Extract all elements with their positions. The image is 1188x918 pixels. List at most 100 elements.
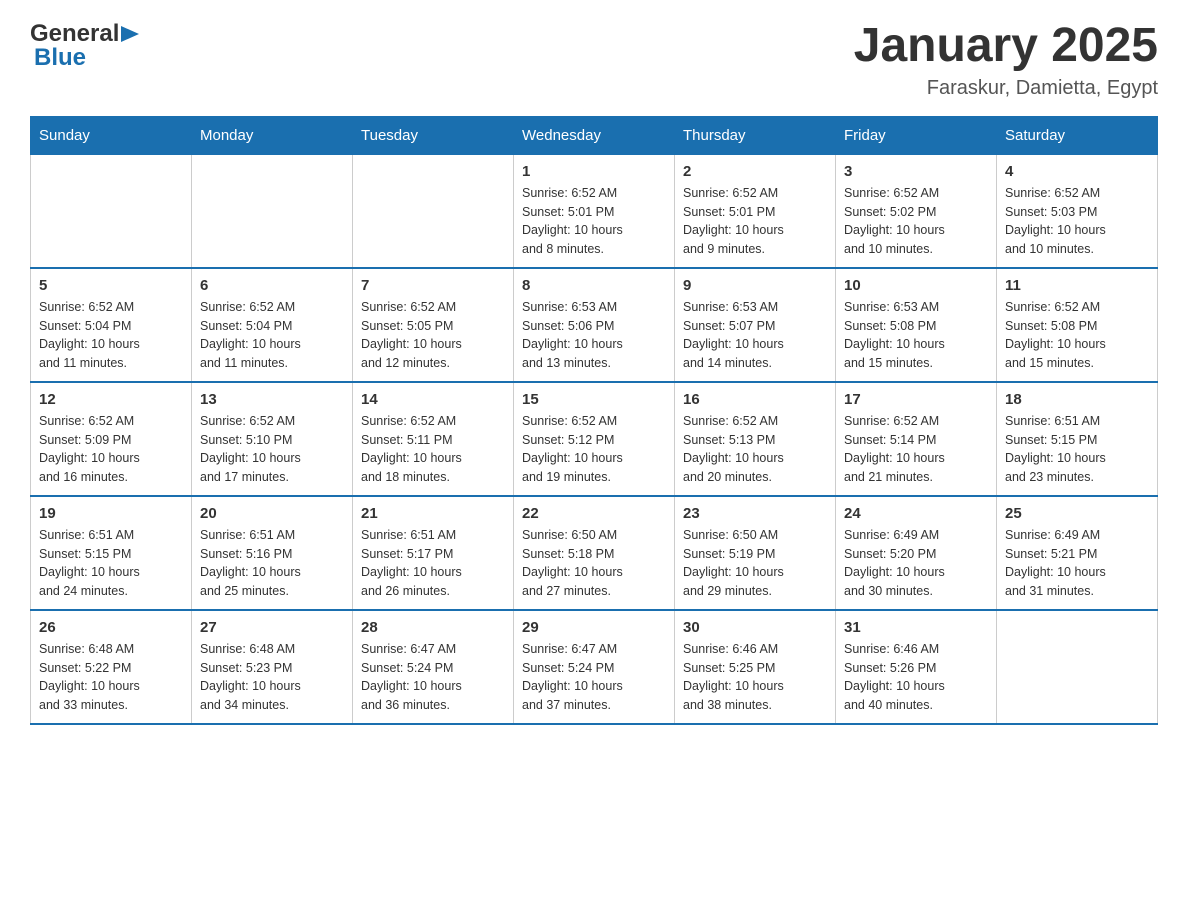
calendar-cell: 24 Sunrise: 6:49 AMSunset: 5:20 PMDayligh…: [836, 496, 997, 610]
day-number: 13: [200, 391, 344, 408]
week-row-4: 19Sunrise: 6:51 AMSunset: 5:15 PMDayligh…: [31, 496, 1158, 610]
day-info: Sunrise: 6:51 AMSunset: 5:15 PMDaylight:…: [39, 526, 183, 601]
calendar-cell: 8Sunrise: 6:53 AMSunset: 5:06 PMDaylight…: [514, 268, 675, 382]
day-number: 1: [522, 163, 666, 180]
header-friday: Friday: [836, 116, 997, 154]
day-number: 18: [1005, 391, 1149, 408]
header-tuesday: Tuesday: [353, 116, 514, 154]
day-info: Sunrise: 6:52 AMSunset: 5:14 PMDaylight:…: [844, 412, 988, 487]
calendar-cell: 18 Sunrise: 6:51 AMSunset: 5:15 PMDayligh…: [997, 382, 1158, 496]
calendar-cell: 25 Sunrise: 6:49 AMSunset: 5:21 PMDayligh…: [997, 496, 1158, 610]
calendar-cell: [192, 154, 353, 268]
day-number: 20: [200, 505, 344, 522]
calendar-cell: 17 Sunrise: 6:52 AMSunset: 5:14 PMDayligh…: [836, 382, 997, 496]
month-title: January 2025: [854, 20, 1158, 73]
calendar-cell: 7 Sunrise: 6:52 AMSunset: 5:05 PMDaylight…: [353, 268, 514, 382]
calendar-cell: 4 Sunrise: 6:52 AMSunset: 5:03 PMDaylight…: [997, 154, 1158, 268]
calendar-cell: [31, 154, 192, 268]
calendar-cell: 22 Sunrise: 6:50 AMSunset: 5:18 PMDayligh…: [514, 496, 675, 610]
logo: General Blue: [30, 20, 143, 72]
day-info: Sunrise: 6:53 AMSunset: 5:07 PMDaylight:…: [683, 298, 827, 373]
calendar-cell: 9 Sunrise: 6:53 AMSunset: 5:07 PMDaylight…: [675, 268, 836, 382]
day-info: Sunrise: 6:52 AMSunset: 5:04 PMDaylight:…: [39, 298, 183, 373]
calendar-cell: [353, 154, 514, 268]
calendar-cell: 11 Sunrise: 6:52 AMSunset: 5:08 PMDayligh…: [997, 268, 1158, 382]
calendar-cell: 21 Sunrise: 6:51 AMSunset: 5:17 PMDayligh…: [353, 496, 514, 610]
day-number: 25: [1005, 505, 1149, 522]
calendar-cell: 13Sunrise: 6:52 AMSunset: 5:10 PMDayligh…: [192, 382, 353, 496]
calendar-cell: 31Sunrise: 6:46 AMSunset: 5:26 PMDayligh…: [836, 610, 997, 724]
day-info: Sunrise: 6:47 AMSunset: 5:24 PMDaylight:…: [522, 640, 666, 715]
day-number: 7: [361, 277, 505, 294]
day-info: Sunrise: 6:46 AMSunset: 5:26 PMDaylight:…: [844, 640, 988, 715]
day-info: Sunrise: 6:53 AMSunset: 5:06 PMDaylight:…: [522, 298, 666, 373]
day-info: Sunrise: 6:50 AMSunset: 5:19 PMDaylight:…: [683, 526, 827, 601]
day-info: Sunrise: 6:53 AMSunset: 5:08 PMDaylight:…: [844, 298, 988, 373]
day-info: Sunrise: 6:52 AMSunset: 5:01 PMDaylight:…: [683, 184, 827, 259]
calendar-cell: 14Sunrise: 6:52 AMSunset: 5:11 PMDayligh…: [353, 382, 514, 496]
calendar-cell: 20 Sunrise: 6:51 AMSunset: 5:16 PMDayligh…: [192, 496, 353, 610]
day-number: 21: [361, 505, 505, 522]
page-header: General Blue January 2025 Faraskur, Dami…: [30, 20, 1158, 100]
header-wednesday: Wednesday: [514, 116, 675, 154]
day-info: Sunrise: 6:52 AMSunset: 5:12 PMDaylight:…: [522, 412, 666, 487]
day-number: 17: [844, 391, 988, 408]
day-info: Sunrise: 6:52 AMSunset: 5:02 PMDaylight:…: [844, 184, 988, 259]
location-title: Faraskur, Damietta, Egypt: [854, 77, 1158, 100]
day-number: 11: [1005, 277, 1149, 294]
header-thursday: Thursday: [675, 116, 836, 154]
day-number: 10: [844, 277, 988, 294]
day-number: 3: [844, 163, 988, 180]
day-number: 16: [683, 391, 827, 408]
calendar-cell: 6Sunrise: 6:52 AMSunset: 5:04 PMDaylight…: [192, 268, 353, 382]
title-section: January 2025 Faraskur, Damietta, Egypt: [854, 20, 1158, 100]
day-number: 26: [39, 619, 183, 636]
day-number: 9: [683, 277, 827, 294]
day-number: 4: [1005, 163, 1149, 180]
day-info: Sunrise: 6:47 AMSunset: 5:24 PMDaylight:…: [361, 640, 505, 715]
week-row-1: 1 Sunrise: 6:52 AMSunset: 5:01 PMDaylight…: [31, 154, 1158, 268]
day-info: Sunrise: 6:52 AMSunset: 5:03 PMDaylight:…: [1005, 184, 1149, 259]
day-number: 14: [361, 391, 505, 408]
calendar-cell: 16 Sunrise: 6:52 AMSunset: 5:13 PMDayligh…: [675, 382, 836, 496]
day-info: Sunrise: 6:51 AMSunset: 5:15 PMDaylight:…: [1005, 412, 1149, 487]
day-info: Sunrise: 6:51 AMSunset: 5:17 PMDaylight:…: [361, 526, 505, 601]
day-info: Sunrise: 6:48 AMSunset: 5:23 PMDaylight:…: [200, 640, 344, 715]
day-number: 29: [522, 619, 666, 636]
day-number: 27: [200, 619, 344, 636]
day-info: Sunrise: 6:52 AMSunset: 5:05 PMDaylight:…: [361, 298, 505, 373]
logo-blue-text: Blue: [34, 44, 86, 72]
logo-triangle-icon: [121, 22, 143, 44]
day-info: Sunrise: 6:52 AMSunset: 5:04 PMDaylight:…: [200, 298, 344, 373]
week-row-3: 12 Sunrise: 6:52 AMSunset: 5:09 PMDayligh…: [31, 382, 1158, 496]
day-info: Sunrise: 6:49 AMSunset: 5:21 PMDaylight:…: [1005, 526, 1149, 601]
day-number: 24: [844, 505, 988, 522]
calendar-cell: 29 Sunrise: 6:47 AMSunset: 5:24 PMDayligh…: [514, 610, 675, 724]
day-number: 28: [361, 619, 505, 636]
day-info: Sunrise: 6:50 AMSunset: 5:18 PMDaylight:…: [522, 526, 666, 601]
calendar-cell: 5Sunrise: 6:52 AMSunset: 5:04 PMDaylight…: [31, 268, 192, 382]
calendar-cell: 15Sunrise: 6:52 AMSunset: 5:12 PMDayligh…: [514, 382, 675, 496]
day-number: 23: [683, 505, 827, 522]
calendar-header-row: SundayMondayTuesdayWednesdayThursdayFrid…: [31, 116, 1158, 154]
calendar-cell: 2Sunrise: 6:52 AMSunset: 5:01 PMDaylight…: [675, 154, 836, 268]
day-number: 22: [522, 505, 666, 522]
day-info: Sunrise: 6:52 AMSunset: 5:13 PMDaylight:…: [683, 412, 827, 487]
day-info: Sunrise: 6:52 AMSunset: 5:09 PMDaylight:…: [39, 412, 183, 487]
header-sunday: Sunday: [31, 116, 192, 154]
day-info: Sunrise: 6:52 AMSunset: 5:08 PMDaylight:…: [1005, 298, 1149, 373]
calendar-cell: 27 Sunrise: 6:48 AMSunset: 5:23 PMDayligh…: [192, 610, 353, 724]
header-monday: Monday: [192, 116, 353, 154]
day-info: Sunrise: 6:51 AMSunset: 5:16 PMDaylight:…: [200, 526, 344, 601]
week-row-5: 26Sunrise: 6:48 AMSunset: 5:22 PMDayligh…: [31, 610, 1158, 724]
week-row-2: 5Sunrise: 6:52 AMSunset: 5:04 PMDaylight…: [31, 268, 1158, 382]
calendar-cell: 19Sunrise: 6:51 AMSunset: 5:15 PMDayligh…: [31, 496, 192, 610]
day-info: Sunrise: 6:49 AMSunset: 5:20 PMDaylight:…: [844, 526, 988, 601]
header-saturday: Saturday: [997, 116, 1158, 154]
day-number: 12: [39, 391, 183, 408]
calendar-cell: 30Sunrise: 6:46 AMSunset: 5:25 PMDayligh…: [675, 610, 836, 724]
calendar-cell: [997, 610, 1158, 724]
calendar-cell: 12 Sunrise: 6:52 AMSunset: 5:09 PMDayligh…: [31, 382, 192, 496]
calendar-cell: 10 Sunrise: 6:53 AMSunset: 5:08 PMDayligh…: [836, 268, 997, 382]
calendar-cell: 28 Sunrise: 6:47 AMSunset: 5:24 PMDayligh…: [353, 610, 514, 724]
